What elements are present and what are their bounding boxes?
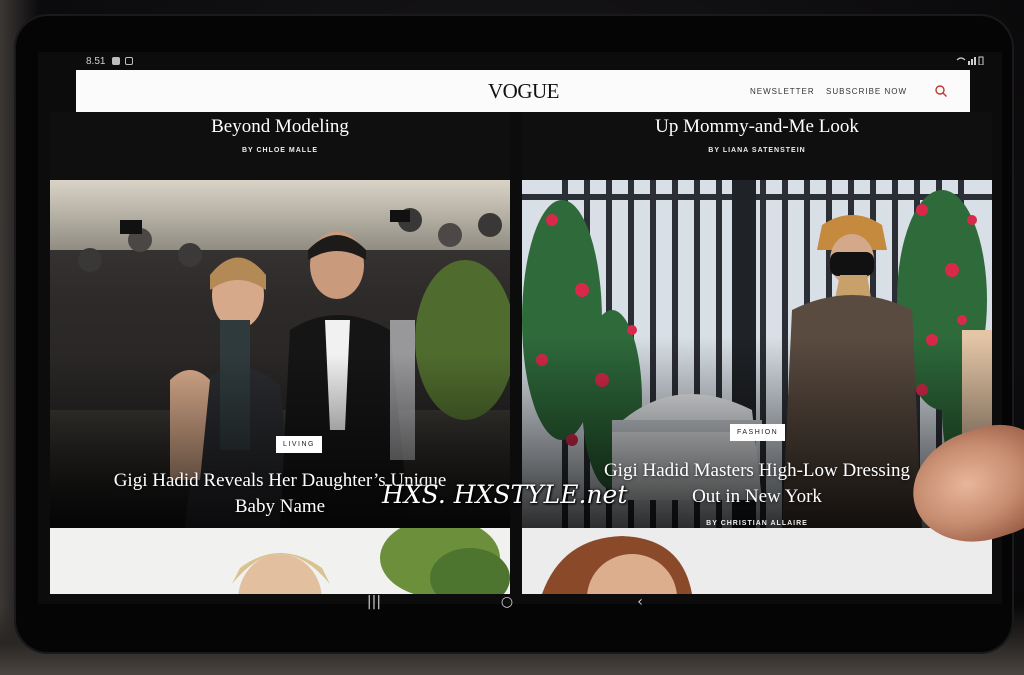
status-time: 8.51 bbox=[86, 56, 106, 67]
article-card-bottom-left[interactable] bbox=[50, 528, 510, 594]
back-icon[interactable]: ‹ bbox=[630, 594, 650, 612]
article-byline: BY LIANA SATENSTEIN bbox=[708, 147, 806, 154]
category-tag[interactable]: LIVING bbox=[276, 436, 322, 453]
newsletter-link[interactable]: NEWSLETTER bbox=[750, 87, 815, 96]
tablet-device: 8.51 VOGUE NEWSLETTER SUBSCRIBE NOW Beyo… bbox=[14, 14, 1014, 654]
article-byline: BY CHLOE MALLE bbox=[241, 147, 319, 154]
watermark-text: HXS. HXSTYLE.net bbox=[382, 480, 628, 509]
notification-icon-secondary bbox=[125, 57, 133, 65]
status-bar: 8.51 bbox=[38, 52, 1002, 70]
vogue-logo[interactable]: VOGUE bbox=[488, 79, 560, 104]
article-title[interactable]: Beyond Modeling bbox=[50, 116, 510, 138]
recents-icon[interactable]: ||| bbox=[364, 594, 384, 612]
search-icon[interactable] bbox=[934, 84, 948, 98]
article-card-top-left[interactable]: Beyond Modeling BY CHLOE MALLE bbox=[50, 112, 510, 180]
article-photo-portrait[interactable] bbox=[522, 528, 992, 594]
article-card-bottom-right[interactable] bbox=[522, 528, 992, 594]
signal-battery-icons bbox=[956, 56, 984, 67]
category-tag[interactable]: FASHION bbox=[730, 424, 786, 441]
article-card-gigi-baby-name[interactable]: LIVING Gigi Hadid Reveals Her Daughter’s… bbox=[50, 180, 510, 528]
tablet-screen: 8.51 VOGUE NEWSLETTER SUBSCRIBE NOW Beyo… bbox=[38, 52, 1002, 604]
wifi-signal-icon bbox=[956, 56, 984, 66]
vogue-header: VOGUE NEWSLETTER SUBSCRIBE NOW bbox=[76, 70, 970, 112]
article-byline: BY CHRISTIAN ALLAIRE bbox=[706, 520, 808, 527]
subscribe-link[interactable]: SUBSCRIBE NOW bbox=[826, 87, 907, 96]
home-icon[interactable]: ○ bbox=[497, 594, 517, 612]
notification-icon bbox=[112, 57, 120, 65]
article-card-top-right[interactable]: Up Mommy-and-Me Look BY LIANA SATENSTEIN bbox=[522, 112, 992, 180]
article-photo-portrait[interactable] bbox=[50, 528, 510, 594]
android-navigation-bar: ||| ○ ‹ bbox=[0, 594, 1024, 614]
article-title[interactable]: Up Mommy-and-Me Look bbox=[522, 116, 992, 138]
